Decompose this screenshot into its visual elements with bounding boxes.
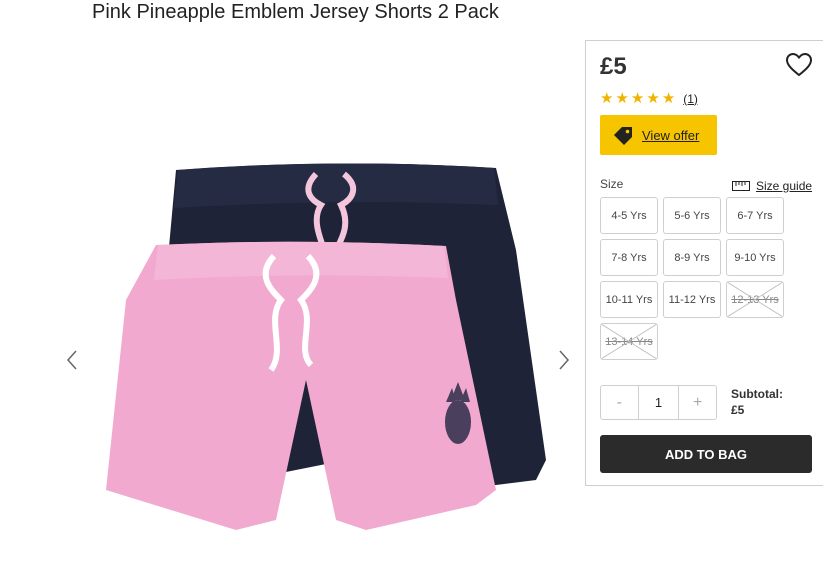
size-option[interactable]: 7-8 Yrs — [600, 239, 658, 276]
size-option[interactable]: 4-5 Yrs — [600, 197, 658, 234]
chevron-left-icon — [66, 350, 77, 370]
size-option-label: 5-6 Yrs — [674, 209, 710, 222]
product-gallery — [56, 60, 586, 580]
product-image — [106, 163, 546, 530]
view-offer-label: View offer — [642, 127, 700, 143]
quantity-value[interactable]: 1 — [637, 386, 680, 419]
quantity-stepper: - 1 + — [600, 385, 717, 420]
subtotal-label: Subtotal: — [731, 387, 783, 401]
product-rating: ★ ★ ★ ★ ★ (1) — [600, 91, 698, 106]
star-icon: ★ — [630, 90, 645, 107]
ruler-icon — [732, 181, 750, 191]
size-option-label: 11-12 Yrs — [668, 293, 716, 306]
star-icon: ★ — [600, 90, 614, 107]
size-option[interactable]: 5-6 Yrs — [663, 197, 721, 234]
product-price: £5 — [600, 53, 627, 80]
size-option-label: 8-9 Yrs — [674, 251, 710, 264]
unavailable-cross-icon — [601, 324, 657, 359]
size-option-unavailable: 12-13 Yrs — [726, 281, 784, 318]
size-option[interactable]: 6-7 Yrs — [726, 197, 784, 234]
quantity-increase-button[interactable]: + — [679, 386, 716, 419]
size-option-label: 7-8 Yrs — [611, 251, 647, 264]
size-option-label: 9-10 Yrs — [734, 251, 776, 264]
chevron-right-icon — [559, 350, 570, 370]
quantity-decrease-button[interactable]: - — [601, 386, 638, 419]
view-offer-button[interactable]: View offer — [600, 115, 717, 155]
size-guide-link[interactable]: Size guide — [732, 179, 812, 193]
size-option[interactable]: 11-12 Yrs — [663, 281, 721, 318]
product-title: Pink Pineapple Emblem Jersey Shorts 2 Pa… — [92, 1, 499, 23]
review-count-link[interactable]: (1) — [683, 92, 698, 106]
size-option[interactable]: 10-11 Yrs — [600, 281, 658, 318]
size-label: Size — [600, 177, 624, 191]
size-option-label: 4-5 Yrs — [611, 209, 647, 222]
size-option[interactable]: 8-9 Yrs — [663, 239, 721, 276]
size-option[interactable]: 9-10 Yrs — [726, 239, 784, 276]
star-icon: ★ — [661, 90, 676, 107]
wishlist-heart-icon[interactable] — [785, 52, 814, 79]
subtotal-value: £5 — [731, 403, 745, 417]
size-option-label: 6-7 Yrs — [737, 209, 773, 222]
size-option-label: 10-11 Yrs — [605, 293, 653, 306]
size-option-unavailable: 13-14 Yrs — [600, 323, 658, 360]
star-icon: ★ — [615, 90, 629, 107]
unavailable-cross-icon — [727, 282, 783, 317]
next-image-arrow[interactable] — [554, 345, 574, 375]
size-guide-label: Size guide — [756, 179, 813, 193]
add-to-bag-button[interactable]: ADD TO BAG — [600, 435, 812, 473]
previous-image-arrow[interactable] — [62, 345, 82, 375]
star-icon: ★ — [646, 90, 660, 107]
purchase-panel: £5 ★ ★ ★ ★ ★ (1) View offer Size Size gu… — [585, 40, 823, 486]
price-tag-icon — [614, 127, 632, 145]
